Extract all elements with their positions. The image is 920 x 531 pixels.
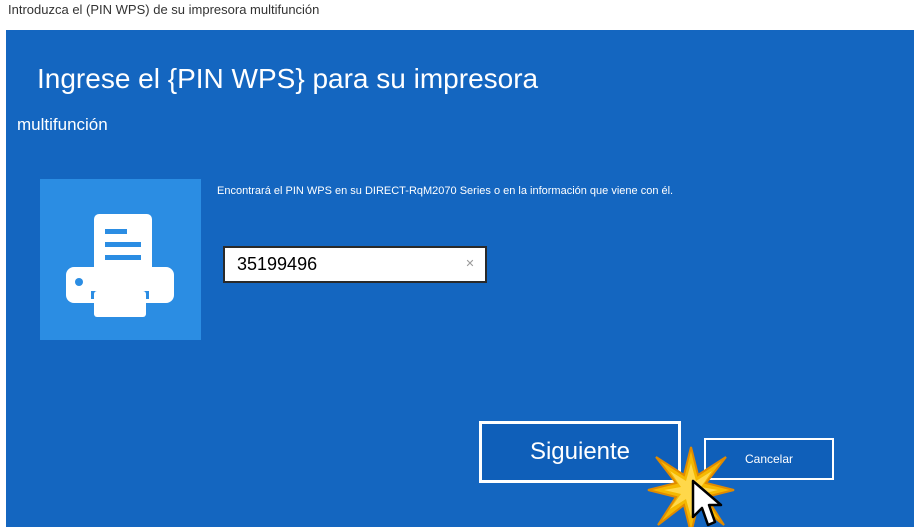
clear-icon[interactable]: ✕ [463,256,477,273]
printer-tile [40,179,201,340]
dialog-title-continuation: multifunción [17,115,108,134]
wps-pin-dialog: Ingrese el {PIN WPS} para su impresora m… [6,30,914,527]
wps-pin-input[interactable] [223,246,487,283]
printer-icon [66,214,174,317]
click-burst-icon [647,446,735,527]
screenshot: Introduzca el (PIN WPS) de su impresora … [0,0,920,531]
dialog-title: Ingrese el {PIN WPS} para su impresora [37,63,539,94]
page-caption: Introduzca el (PIN WPS) de su impresora … [8,2,320,17]
pin-instruction: Encontrará el PIN WPS en su DIRECT-RqM20… [217,185,674,197]
